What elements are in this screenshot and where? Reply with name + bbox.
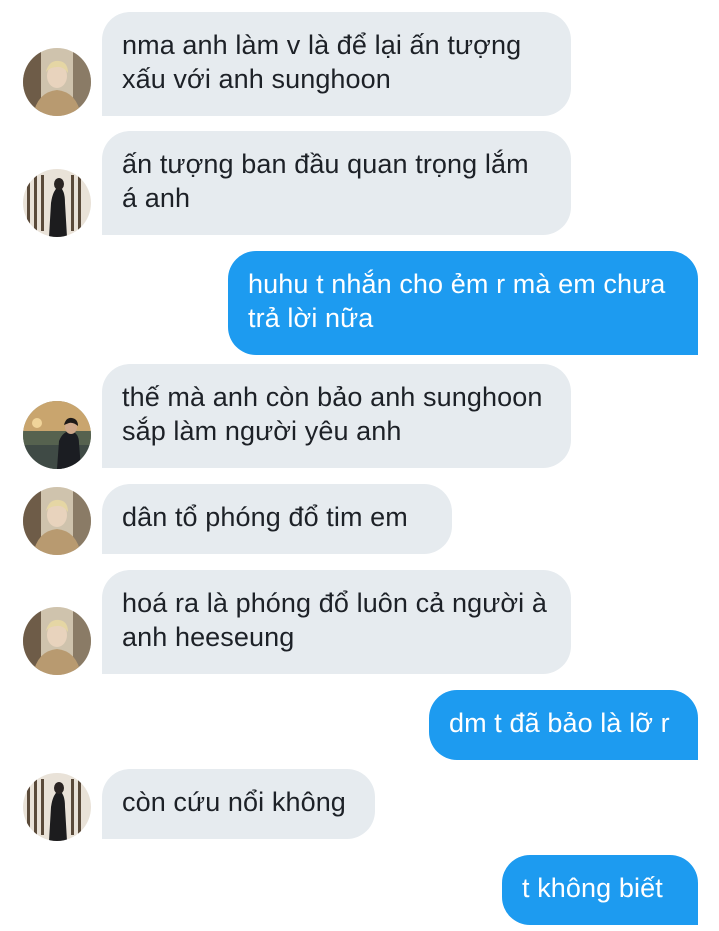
message-bubble: huhu t nhắn cho ẻm r mà em chưa trả lời … [228, 251, 698, 355]
message-text: ấn tượng ban đầu quan trọng lắm á anh [122, 149, 529, 213]
message-bubble: còn cứu nổi không [102, 769, 375, 839]
message-text: t không biết [522, 873, 663, 903]
blonde-man-beige-coat-avatar [23, 487, 91, 555]
message-bubble: hoá ra là phóng đổ luôn cả người à anh h… [102, 570, 571, 674]
message-text: nma anh làm v là để lại ấn tượng xấu với… [122, 30, 522, 94]
message-bubble: dm t đã bảo là lỡ r [429, 690, 698, 760]
message-text: dm t đã bảo là lỡ r [449, 708, 670, 738]
message-text: huhu t nhắn cho ẻm r mà em chưa trả lời … [248, 269, 666, 333]
message-text: dân tổ phóng đổ tim em [122, 502, 408, 532]
avatar[interactable] [23, 169, 91, 237]
man-in-black-by-window-avatar [23, 169, 91, 237]
message-text: thế mà anh còn bảo anh sunghoon sắp làm … [122, 382, 543, 446]
message-bubble: thế mà anh còn bảo anh sunghoon sắp làm … [102, 364, 571, 468]
message-bubble: dân tổ phóng đổ tim em [102, 484, 452, 554]
message-text: hoá ra là phóng đổ luôn cả người à anh h… [122, 588, 547, 652]
avatar[interactable] [23, 401, 91, 469]
blonde-man-beige-coat-avatar [23, 607, 91, 675]
message-text: còn cứu nổi không [122, 787, 346, 817]
message-bubble: t không biết [502, 855, 698, 925]
avatar[interactable] [23, 487, 91, 555]
blonde-man-beige-coat-avatar [23, 48, 91, 116]
avatar[interactable] [23, 48, 91, 116]
message-bubble: ấn tượng ban đầu quan trọng lắm á anh [102, 131, 571, 235]
man-at-sunset-lake-avatar [23, 401, 91, 469]
man-in-black-by-window-avatar [23, 773, 91, 841]
avatar[interactable] [23, 773, 91, 841]
avatar[interactable] [23, 607, 91, 675]
message-bubble: nma anh làm v là để lại ấn tượng xấu với… [102, 12, 571, 116]
